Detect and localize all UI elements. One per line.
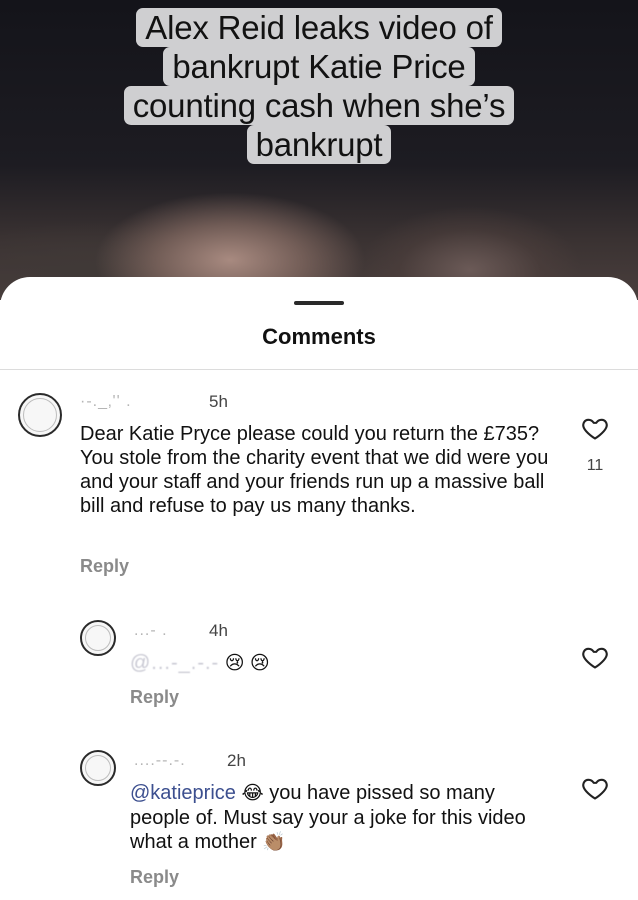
heart-icon[interactable]: [580, 774, 610, 802]
username[interactable]: ·‑._‚'' .: [80, 393, 132, 411]
divider: [0, 369, 638, 370]
mention-link[interactable]: @...‑_.‑.‑: [130, 652, 219, 674]
comments-sheet: Comments ·‑._‚'' . 5h Dear Katie Pryce p…: [0, 277, 638, 900]
reply-button[interactable]: Reply: [130, 867, 179, 888]
headline-line: bankrupt Katie Price: [163, 47, 475, 86]
sheet-grabber[interactable]: [294, 301, 344, 305]
crying-emoji: 😢 😢: [224, 653, 270, 674]
sheet-title: Comments: [262, 324, 376, 349]
avatar[interactable]: [80, 620, 116, 656]
timestamp: 2h: [227, 751, 246, 770]
reply-button[interactable]: Reply: [80, 556, 129, 577]
laughing-emoji: 😂: [241, 783, 264, 804]
video-headline: Alex Reid leaks video of bankrupt Katie …: [0, 8, 638, 164]
reply-button[interactable]: Reply: [130, 687, 179, 708]
clapping-emoji: 👏🏽: [262, 832, 286, 853]
like-count: 11: [586, 457, 604, 474]
timestamp: 5h: [209, 392, 228, 411]
comment-text: @...‑_.‑.‑ 😢 😢: [130, 651, 270, 676]
comment-text: @katieprice 😂 you have pissed so many pe…: [130, 781, 550, 855]
mention-link[interactable]: @katieprice: [130, 782, 236, 804]
username[interactable]: ...‑ .: [134, 622, 168, 640]
headline-line: counting cash when she’s: [123, 86, 515, 125]
headline-line: bankrupt: [246, 125, 392, 164]
timestamp: 4h: [209, 621, 228, 640]
avatar[interactable]: [80, 750, 116, 786]
username[interactable]: ....‑‑.‑.: [134, 752, 186, 770]
headline-line: Alex Reid leaks video of: [136, 8, 502, 47]
video-background[interactable]: Alex Reid leaks video of bankrupt Katie …: [0, 0, 638, 300]
comment-text: Dear Katie Pryce please could you return…: [80, 423, 549, 517]
heart-icon[interactable]: [580, 414, 610, 442]
heart-icon[interactable]: [580, 643, 610, 671]
avatar[interactable]: [18, 393, 62, 437]
